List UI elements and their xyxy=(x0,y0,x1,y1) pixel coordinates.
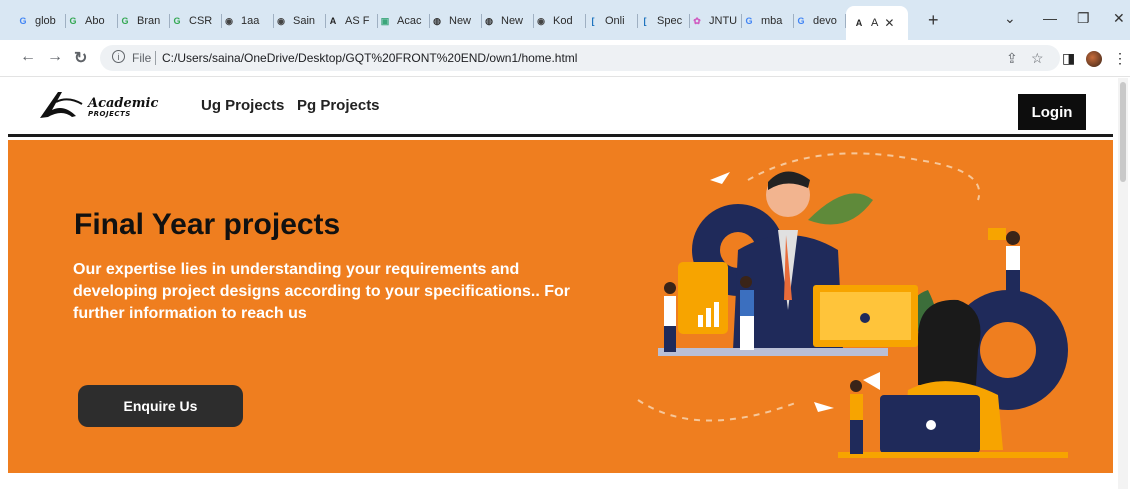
tab-label: Bran xyxy=(137,15,161,27)
site-logo[interactable]: Academic PROJECTS xyxy=(38,90,178,120)
share-icon[interactable]: ⇪ xyxy=(1006,50,1018,67)
google-icon: G xyxy=(797,16,805,26)
browser-toolbar: ← → ↻ i File C:/Users/saina/OneDrive/Des… xyxy=(0,40,1130,77)
tab-label: New xyxy=(449,15,472,27)
url-scheme: File xyxy=(132,51,152,65)
close-tab-icon[interactable]: ✕ xyxy=(884,16,894,30)
browser-tab[interactable]: Gglob xyxy=(16,6,66,36)
tab-label: 1aa xyxy=(241,15,260,27)
browser-tab[interactable]: G CSR xyxy=(170,6,222,36)
restore-icon[interactable]: ❐ xyxy=(1077,10,1090,27)
browser-tab[interactable]: A AS F xyxy=(326,6,378,36)
side-panel-icon[interactable]: ◨ xyxy=(1062,50,1075,67)
reload-icon[interactable]: ↻ xyxy=(74,48,87,68)
browser-tab[interactable]: [ Onli xyxy=(586,6,638,36)
tab-search-chevron-icon[interactable]: ⌄ xyxy=(1004,10,1016,27)
tab-label: CSR xyxy=(189,15,213,27)
browser-tab[interactable]: ◉ Kod xyxy=(534,6,586,36)
logo-subtext: PROJECTS xyxy=(88,110,131,118)
flower-icon: ✿ xyxy=(693,15,701,26)
tab-label: Onli xyxy=(605,15,625,27)
globe-icon: ◉ xyxy=(277,15,285,26)
academic-icon: A xyxy=(855,18,863,28)
tab-label: Kod xyxy=(553,15,573,27)
github-icon: ◍ xyxy=(485,15,493,26)
github-icon: ◍ xyxy=(433,15,441,26)
browser-tab[interactable]: ◍ New xyxy=(430,6,482,36)
scrollbar-thumb[interactable] xyxy=(1120,82,1126,182)
tab-label: devo xyxy=(813,15,837,27)
globe-icon: ◉ xyxy=(225,15,233,26)
tab-label: Sain xyxy=(293,15,316,27)
hero-description: Our expertise lies in understanding your… xyxy=(73,261,570,322)
url-text[interactable]: C:/Users/saina/OneDrive/Desktop/GQT%20FR… xyxy=(162,51,577,65)
tab-label: New xyxy=(501,15,524,27)
logo-text: Academic xyxy=(88,96,159,111)
academic-icon: A xyxy=(329,16,337,26)
browser-tab[interactable]: ◉ Sain xyxy=(274,6,326,36)
bracket-icon: [ xyxy=(643,16,647,26)
browser-tab[interactable]: G Abo xyxy=(66,6,118,36)
url-divider xyxy=(155,51,156,65)
tab-label: mba xyxy=(761,15,783,27)
browser-tab[interactable]: ▣ Acac xyxy=(378,6,430,36)
globe-icon: ◉ xyxy=(537,15,545,26)
google-icon: G xyxy=(173,16,181,26)
google-icon: G xyxy=(745,16,753,26)
tab-label: AS F xyxy=(345,15,370,27)
minimize-icon[interactable]: — xyxy=(1043,10,1057,26)
new-tab-button[interactable]: + xyxy=(928,11,939,29)
forward-icon[interactable]: → xyxy=(47,48,63,66)
google-icon: G xyxy=(121,16,129,26)
nav-ug-projects[interactable]: Ug Projects xyxy=(201,97,284,114)
browser-tab[interactable]: G Bran xyxy=(118,6,170,36)
browser-tab[interactable]: Gmba xyxy=(742,6,794,36)
google-icon: G xyxy=(19,16,27,26)
browser-tab[interactable]: ✿ JNTU xyxy=(690,6,742,36)
bracket-icon: [ xyxy=(591,16,595,26)
bookmark-star-icon[interactable]: ☆ xyxy=(1031,50,1044,67)
browser-tab[interactable]: Gdevo xyxy=(794,6,846,36)
nav-pg-projects[interactable]: Pg Projects xyxy=(297,97,380,114)
tab-label: JNTU xyxy=(709,15,738,27)
menu-kebab-icon[interactable]: ⋮ xyxy=(1113,50,1127,67)
tab-label: Acac xyxy=(397,15,422,27)
info-icon[interactable]: i xyxy=(112,50,125,63)
login-button[interactable]: Login xyxy=(1018,94,1086,130)
back-icon[interactable]: ← xyxy=(20,48,36,66)
profile-avatar[interactable] xyxy=(1086,51,1102,67)
hero-banner: Final Year projects Our expertise lies i… xyxy=(8,140,1113,473)
google-icon: G xyxy=(69,16,77,26)
site-navbar: Academic PROJECTS Ug Projects Pg Project… xyxy=(8,78,1113,137)
close-window-icon[interactable]: ✕ xyxy=(1113,10,1125,27)
browser-tab[interactable]: [ Spec xyxy=(638,6,690,36)
browser-tab[interactable]: ◍ New xyxy=(482,6,534,36)
address-bar[interactable]: i File C:/Users/saina/OneDrive/Desktop/G… xyxy=(100,45,1060,71)
hero-title: Final Year projects xyxy=(74,208,341,241)
tab-label: Spec xyxy=(657,15,683,27)
tab-label: A xyxy=(871,17,879,29)
tab-label: Abo xyxy=(85,15,105,27)
tab-label: glob xyxy=(35,15,56,27)
browser-tab[interactable]: A A ✕ xyxy=(846,6,908,40)
site-icon: ▣ xyxy=(380,15,390,26)
browser-tab-strip: Gglob G Abo G Bran G CSR ◉ 1aa ◉ Sain A AS F ▣ Acac ◍ Ne… xyxy=(0,0,1130,40)
enquire-button[interactable]: Enquire Us xyxy=(78,385,243,427)
team-illustration xyxy=(637,152,1068,458)
browser-tab[interactable]: ◉ 1aa xyxy=(222,6,274,36)
logo-mark-icon xyxy=(40,92,83,118)
